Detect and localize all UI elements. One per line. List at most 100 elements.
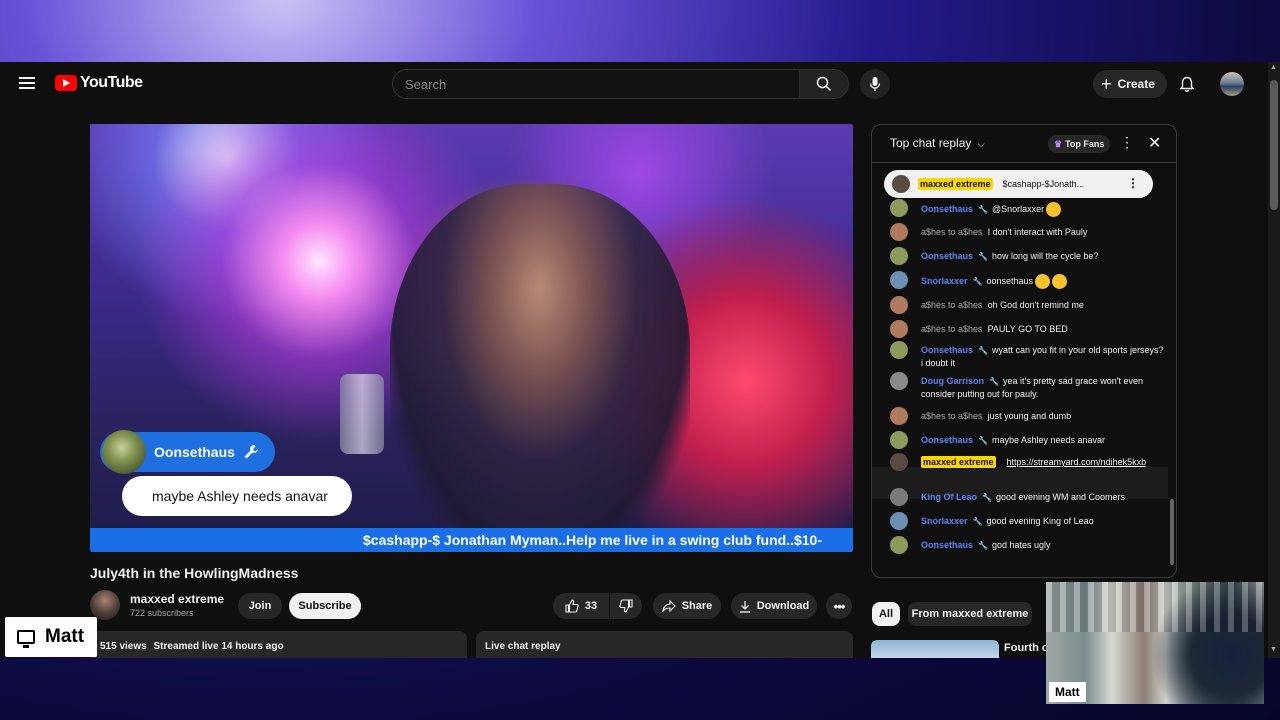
chat-message[interactable]: Snorlaxxer 🔧 oonsethaus — [890, 271, 1168, 289]
moderator-wrench-icon: 🔧 — [978, 252, 988, 261]
chat-author-avatar[interactable] — [890, 320, 908, 338]
share-button[interactable]: Share — [653, 593, 721, 619]
dislike-button[interactable] — [610, 593, 642, 619]
chat-author-avatar[interactable] — [890, 223, 908, 241]
moderator-wrench-icon: 🔧 — [989, 377, 999, 386]
microphone-icon — [869, 77, 881, 91]
chat-author-name[interactable]: a$hes to a$hes — [921, 227, 983, 237]
join-button[interactable]: Join — [238, 593, 282, 619]
chat-message[interactable]: Doug Garrison 🔧 yea it's pretty sad grace … — [890, 372, 1168, 400]
chat-message-text: good evening WM and Coomers — [995, 492, 1126, 502]
chat-author-name[interactable]: Snorlaxxer — [921, 276, 968, 286]
chat-message[interactable]: maxxed extreme https://streamyard.com/ndi… — [890, 453, 1168, 471]
streamer-figure — [390, 184, 690, 552]
chat-message[interactable]: Oonsethaus 🔧 @Snorlaxxer — [890, 199, 1168, 217]
chat-author-name[interactable]: King Of Leao — [921, 492, 977, 502]
video-title: July4th in the HowlingMadness — [90, 565, 299, 581]
like-button[interactable]: 33 — [553, 593, 609, 619]
moderator-wrench-icon: 🔧 — [978, 204, 988, 214]
live-chat-replay-button[interactable]: Live chat replay — [476, 631, 853, 658]
scroll-up-icon[interactable]: ▲ — [1270, 64, 1277, 71]
search-input[interactable] — [392, 69, 800, 99]
chat-author-avatar[interactable] — [890, 453, 908, 471]
chat-message[interactable]: Snorlaxxer 🔧 good evening King of Leao — [890, 512, 1168, 530]
scroll-down-icon[interactable]: ▼ — [1270, 646, 1277, 653]
notifications-bell-icon[interactable] — [1179, 76, 1195, 93]
chat-message[interactable]: a$hes to a$hes I don't interact with Paul… — [890, 223, 1168, 241]
chat-scrollbar[interactable] — [1170, 163, 1176, 577]
video-player[interactable]: Oonsethaus maybe Ashley needs anavar $ca… — [90, 124, 853, 552]
download-button[interactable]: Download — [731, 593, 817, 619]
top-fans-button[interactable]: ♛ Top Fans — [1048, 135, 1111, 153]
chat-author-name[interactable]: Oonsethaus — [921, 204, 973, 214]
chat-more-icon[interactable]: ⋮ — [1120, 134, 1134, 151]
chat-mode-dropdown[interactable]: Top chat replay ⌵ — [890, 136, 985, 150]
channel-avatar[interactable] — [90, 590, 120, 620]
chat-message-text: how long will the cycle be? — [991, 251, 1099, 261]
page-scroll-thumb[interactable] — [1270, 80, 1278, 210]
chat-author-name[interactable]: Oonsethaus — [921, 540, 973, 550]
chat-author-name[interactable]: a$hes to a$hes — [921, 300, 983, 310]
chat-message[interactable]: King Of Leao 🔧 good evening WM and Coomers — [890, 488, 1168, 506]
create-button[interactable]: + Create — [1093, 70, 1167, 98]
account-avatar[interactable] — [1220, 72, 1244, 96]
chat-message[interactable]: Oonsethaus 🔧 how long will the cycle be? — [890, 247, 1168, 265]
presenter-name-tag: Matt — [5, 617, 97, 657]
chat-message[interactable]: a$hes to a$hes just young and dumb — [890, 407, 1168, 425]
youtube-window: YouTube + Create Oonsethaus maybe Ashley… — [0, 62, 1280, 658]
donation-ticker: $cashapp-$ Jonathan Myman..Help me live … — [90, 528, 853, 552]
chat-message[interactable]: Oonsethaus 🔧 wyatt can you fit in your old… — [890, 341, 1168, 369]
subscribe-button[interactable]: Subscribe — [289, 593, 361, 619]
chat-author-name[interactable]: a$hes to a$hes — [921, 324, 983, 334]
chat-author-name[interactable]: Snorlaxxer — [921, 516, 968, 526]
pinned-message[interactable]: maxxed extreme $cashapp-$Jonath... ⋮ — [884, 170, 1153, 198]
chat-author-avatar[interactable] — [890, 199, 908, 217]
more-actions-button[interactable]: ••• — [826, 593, 852, 619]
chat-message[interactable]: Oonsethaus 🔧 maybe Ashley needs anavar — [890, 431, 1168, 449]
wrench-icon — [244, 445, 258, 459]
chat-author-avatar[interactable] — [890, 488, 908, 506]
youtube-logo[interactable]: YouTube — [55, 74, 143, 92]
recommended-video-thumbnail[interactable] — [871, 640, 999, 658]
chat-author-avatar[interactable] — [890, 536, 908, 554]
chat-message[interactable]: Oonsethaus 🔧 god hates ugly — [890, 536, 1168, 554]
chat-author-avatar[interactable] — [890, 271, 908, 289]
chat-author-name[interactable]: maxxed extreme — [921, 456, 996, 468]
chat-author-avatar[interactable] — [890, 431, 908, 449]
chat-author-avatar[interactable] — [890, 372, 908, 390]
page-scrollbar[interactable]: ▲ ▼ — [1268, 62, 1280, 658]
menu-icon[interactable] — [19, 77, 35, 89]
chat-author-name[interactable]: Oonsethaus — [921, 435, 973, 445]
chat-message-text: god hates ugly — [991, 540, 1051, 550]
webcam-background — [1046, 582, 1264, 632]
monitor-icon — [17, 630, 35, 648]
chip-from-channel[interactable]: From maxxed extreme — [908, 602, 1032, 626]
emoji-icon — [1052, 274, 1068, 289]
stream-date: Streamed live 14 hours ago — [153, 641, 284, 652]
description-box[interactable]: 515 views Streamed live 14 hours ago — [90, 631, 467, 658]
chat-author-name[interactable]: Oonsethaus — [921, 251, 973, 261]
chip-all[interactable]: All — [872, 602, 900, 626]
chat-author-avatar[interactable] — [890, 296, 908, 314]
chat-message-link[interactable]: https://streamyard.com/ndihek5kxb — [1007, 457, 1147, 467]
chat-message[interactable]: a$hes to a$hes PAULY GO TO BED — [890, 320, 1168, 338]
moderator-wrench-icon: 🔧 — [978, 346, 988, 355]
thumbs-up-icon — [565, 599, 579, 613]
pinned-more-icon[interactable]: ⋮ — [1127, 176, 1139, 190]
channel-name[interactable]: maxxed extreme — [130, 592, 224, 606]
chat-author-avatar[interactable] — [890, 247, 908, 265]
chat-author-avatar[interactable] — [890, 512, 908, 530]
voice-search-button[interactable] — [860, 69, 890, 99]
search-button[interactable] — [799, 69, 849, 99]
overlay-chat-message: maybe Ashley needs anavar — [122, 476, 352, 516]
chat-author-avatar[interactable] — [890, 407, 908, 425]
chat-author-name[interactable]: Oonsethaus — [921, 345, 973, 355]
chat-message-text: oonsethaus — [986, 275, 1034, 286]
chat-author-name[interactable]: Doug Garrison — [921, 376, 984, 386]
drink-can — [340, 374, 384, 454]
chat-author-avatar[interactable] — [890, 341, 908, 359]
close-icon[interactable]: ✕ — [1148, 133, 1161, 153]
chat-author-name[interactable]: a$hes to a$hes — [921, 411, 983, 421]
chat-message[interactable]: a$hes to a$hes oh God don't remind me — [890, 296, 1168, 314]
create-label: Create — [1117, 77, 1155, 91]
